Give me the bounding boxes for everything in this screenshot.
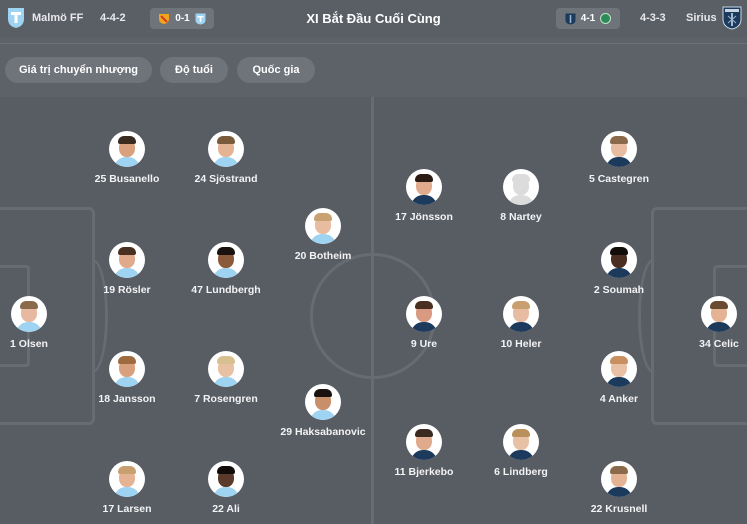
player-name-label: 9 Ure bbox=[410, 338, 438, 350]
player-name-label: 17 Larsen bbox=[102, 503, 152, 515]
filter-market-value-button[interactable]: Giá trị chuyển nhượng bbox=[5, 57, 152, 83]
player-name-label: 4 Anker bbox=[599, 393, 639, 405]
player-name-label: 29 Haksabanovic bbox=[280, 426, 366, 438]
sirius-mini-logo-icon bbox=[565, 13, 576, 24]
filter-age-button[interactable]: Độ tuổi bbox=[160, 57, 228, 83]
player-name-label: 25 Busanello bbox=[94, 173, 160, 185]
player-photo bbox=[208, 131, 244, 167]
player-photo bbox=[601, 131, 637, 167]
player-name-label: 7 Rosengren bbox=[194, 393, 258, 405]
player-name-label: 22 Ali bbox=[212, 503, 240, 515]
player-name-label: 17 Jönsson bbox=[395, 211, 453, 223]
player-photo bbox=[601, 351, 637, 387]
player-name-label: 2 Soumah bbox=[593, 284, 645, 296]
away-last-match-chip[interactable]: 4-1 bbox=[556, 8, 620, 29]
player-name-label: 24 Sjöstrand bbox=[194, 173, 258, 185]
player-photo bbox=[109, 242, 145, 278]
player-photo bbox=[601, 461, 637, 497]
player-name-label: 19 Rösler bbox=[103, 284, 151, 296]
player-photo bbox=[109, 131, 145, 167]
player-photo bbox=[503, 296, 539, 332]
filter-bar: Giá trị chuyển nhượng Độ tuổi Quốc gia bbox=[0, 44, 747, 96]
player-photo bbox=[305, 208, 341, 244]
player-photo bbox=[701, 296, 737, 332]
lineup-header: Malmö FF 4-4-2 0-1 XI Bắt Đầu Cuối Cùng … bbox=[0, 0, 747, 38]
player-photo bbox=[208, 351, 244, 387]
player-photo bbox=[305, 384, 341, 420]
player-photo bbox=[503, 169, 539, 205]
player-name-label: 18 Jansson bbox=[98, 393, 156, 405]
filter-nationality-button[interactable]: Quốc gia bbox=[237, 57, 315, 83]
pitch: 1 Olsen 25 Busanello 24 Sjöstrand 19 Rösler… bbox=[0, 97, 747, 524]
away-last-match-score: 4-1 bbox=[580, 13, 596, 24]
player-photo bbox=[406, 169, 442, 205]
player-photo bbox=[208, 242, 244, 278]
player-photo bbox=[208, 461, 244, 497]
player-photo bbox=[503, 424, 539, 460]
player-name-label: 22 Krusnell bbox=[590, 503, 648, 515]
opponent-badge-icon bbox=[600, 13, 612, 24]
home-player[interactable]: 24 Sjöstrand bbox=[166, 131, 286, 185]
away-formation: 4-3-3 bbox=[640, 12, 666, 24]
player-photo bbox=[406, 424, 442, 460]
player-photo bbox=[601, 242, 637, 278]
home-player[interactable]: 22 Ali bbox=[166, 461, 286, 515]
away-player[interactable]: 4 Anker bbox=[559, 351, 679, 405]
away-team-logo-icon[interactable] bbox=[722, 6, 742, 30]
away-player[interactable]: 34 Celic bbox=[659, 296, 747, 350]
player-name-label: 34 Celic bbox=[699, 338, 739, 350]
player-name-label: 8 Nartey bbox=[500, 211, 542, 223]
player-name-label: 5 Castegren bbox=[588, 173, 650, 185]
away-player[interactable]: 22 Krusnell bbox=[559, 461, 679, 515]
player-photo bbox=[109, 351, 145, 387]
away-player[interactable]: 2 Soumah bbox=[559, 242, 679, 296]
player-name-label: 10 Heler bbox=[500, 338, 542, 350]
home-player[interactable]: 1 Olsen bbox=[0, 296, 89, 350]
away-player[interactable]: 5 Castegren bbox=[559, 131, 679, 185]
player-name-label: 6 Lindberg bbox=[494, 466, 548, 478]
away-player[interactable]: 10 Heler bbox=[461, 296, 581, 350]
page-title: XI Bắt Đầu Cuối Cùng bbox=[306, 11, 441, 26]
player-name-label: 20 Botheim bbox=[294, 250, 352, 262]
player-name-label: 1 Olsen bbox=[10, 338, 48, 350]
player-photo bbox=[109, 461, 145, 497]
player-name-label: 11 Bjerkebo bbox=[394, 466, 454, 478]
player-photo bbox=[406, 296, 442, 332]
player-name-label: 47 Lundbergh bbox=[191, 284, 261, 296]
away-team-name[interactable]: Sirius bbox=[686, 12, 717, 24]
player-photo bbox=[11, 296, 47, 332]
